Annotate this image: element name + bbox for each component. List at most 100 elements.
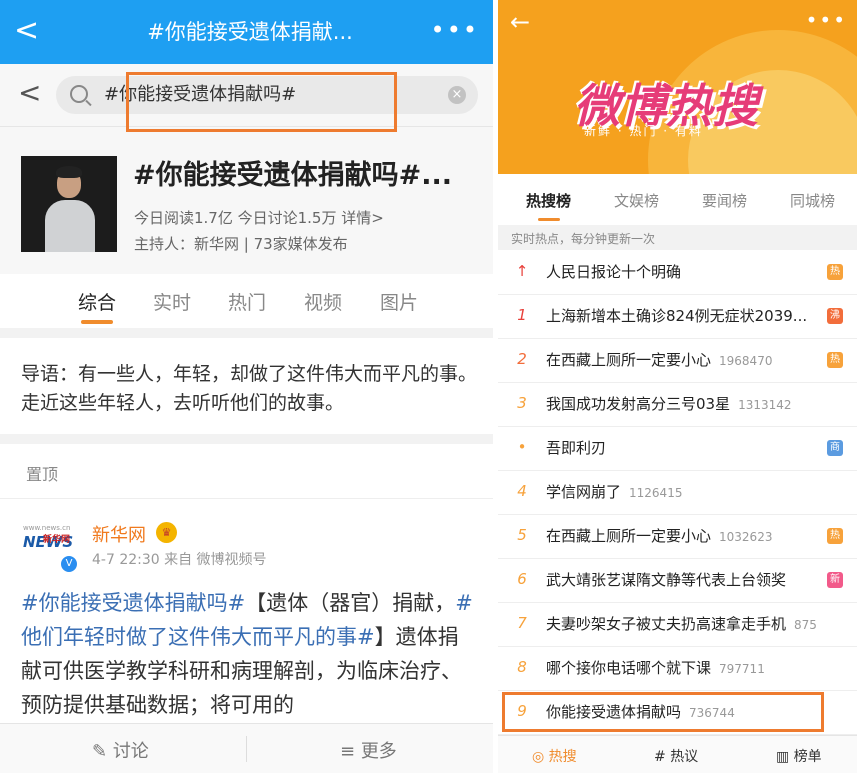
hot-search-item[interactable]: 5 在西藏上厕所一定要小心 1032623 热 bbox=[498, 514, 857, 559]
hashtag-icon: # bbox=[654, 749, 671, 765]
hot-search-text: 在西藏上厕所一定要小心 1968470 bbox=[546, 349, 772, 370]
hot-search-title: 吾即利刃 bbox=[546, 439, 607, 457]
back-icon[interactable]: < bbox=[14, 12, 39, 50]
hot-search-item[interactable]: 1 上海新增本土确诊824例无症状2039... 沸 bbox=[498, 294, 857, 339]
discuss-label: 讨论 bbox=[112, 741, 149, 762]
chart-icon: ▥ bbox=[776, 749, 794, 765]
pinned-post: www.news.cn NEWS 新华网 V 新华网 ♛ 4-7 22:30 来… bbox=[0, 499, 493, 729]
back-arrow-icon[interactable]: ← bbox=[510, 8, 530, 36]
hot-search-count: 1032623 bbox=[719, 530, 773, 544]
tab-comprehensive[interactable]: 综合 bbox=[78, 288, 116, 315]
tab-video[interactable]: 视频 bbox=[304, 288, 342, 315]
more-icon[interactable]: ••• bbox=[431, 16, 479, 44]
hot-search-text: 学信网崩了 1126415 bbox=[546, 481, 682, 502]
hot-search-title: 人民日报论十个明确 bbox=[546, 263, 682, 281]
nav-hot-search-label: 热搜 bbox=[548, 749, 577, 765]
rank-label: 2 bbox=[517, 350, 527, 368]
nav-hot-discuss[interactable]: # 热议 bbox=[654, 746, 698, 766]
tab-entertainment[interactable]: 文娱榜 bbox=[614, 190, 659, 211]
hot-search-title: 学信网崩了 bbox=[546, 483, 622, 501]
hot-search-title: 在西藏上厕所一定要小心 bbox=[546, 351, 712, 369]
topic-intro: 导语：有一些人，年轻，却做了这件伟大而平凡的事。走近这些年轻人，去听听他们的故事… bbox=[0, 338, 493, 434]
hot-search-item[interactable]: 8 哪个接你电话哪个就下课 797711 bbox=[498, 646, 857, 691]
search-icon: ◎ bbox=[532, 749, 549, 765]
hot-search-text: 武大靖张艺谋隋文静等代表上台领奖 bbox=[546, 569, 786, 590]
hashtag-link[interactable]: #你能接受遗体捐献吗# bbox=[21, 591, 245, 615]
search-icon bbox=[70, 85, 88, 103]
nav-hot-discuss-label: 热议 bbox=[670, 749, 699, 765]
rank-label: 8 bbox=[517, 658, 527, 676]
tab-realtime[interactable]: 实时 bbox=[153, 288, 191, 315]
discuss-button[interactable]: ✎ 讨论 bbox=[92, 737, 149, 763]
more-button[interactable]: ≡ 更多 bbox=[340, 737, 397, 763]
hot-badge-icon: 沸 bbox=[827, 308, 843, 324]
rank-label: 6 bbox=[517, 570, 527, 588]
topic-tabs: 综合 实时 热门 视频 图片 bbox=[0, 274, 493, 328]
realtime-note-text: 实时热点，每分钟更新一次 bbox=[511, 232, 656, 246]
bottom-action-bar: ✎ 讨论 ≡ 更多 bbox=[0, 723, 493, 773]
hot-search-title: 我国成功发射高分三号03星 bbox=[546, 395, 731, 413]
divider bbox=[246, 736, 247, 762]
logo-url: www.news.cn bbox=[23, 524, 71, 532]
bottom-nav: ◎ 热搜 # 热议 ▥ 榜单 bbox=[498, 735, 857, 773]
page-title: #你能接受遗体捐献... bbox=[147, 20, 353, 44]
hot-search-item[interactable]: • 吾即利刃 商 bbox=[498, 426, 857, 471]
hot-search-item[interactable]: ↑ 人民日报论十个明确 热 bbox=[498, 250, 857, 295]
highlight-box bbox=[126, 72, 397, 132]
hot-search-item[interactable]: 3 我国成功发射高分三号03星 1313142 bbox=[498, 382, 857, 427]
verified-icon: V bbox=[59, 554, 79, 574]
board-tabs: 热搜榜 文娱榜 要闻榜 同城榜 bbox=[498, 174, 857, 222]
hot-search-item[interactable]: 2 在西藏上厕所一定要小心 1968470 热 bbox=[498, 338, 857, 383]
thumb-figure-hair bbox=[56, 166, 82, 178]
hot-badge-icon: 新 bbox=[827, 572, 843, 588]
pinned-label: 置顶 bbox=[26, 465, 59, 484]
hot-search-screen: ← ••• 微博热搜 新鲜 · 热门 · 有料 热搜榜 文娱榜 要闻榜 同城榜 … bbox=[498, 0, 857, 773]
rank-label: 4 bbox=[517, 482, 527, 500]
tab-news[interactable]: 要闻榜 bbox=[702, 190, 747, 211]
menu-icon: ≡ bbox=[340, 741, 361, 762]
hot-search-item[interactable]: 7 夫妻吵架女子被丈夫扔高速拿走手机 8757... bbox=[498, 602, 857, 647]
more-icon[interactable]: ••• bbox=[806, 8, 847, 32]
active-tab-indicator bbox=[81, 320, 113, 324]
post-username[interactable]: 新华网 bbox=[92, 521, 146, 547]
logo-cn: 新华网 bbox=[43, 535, 71, 545]
hot-search-text: 哪个接你电话哪个就下课 797711 bbox=[546, 657, 765, 678]
post-text: #你能接受遗体捐献吗#【遗体（器官）捐献，#他们年轻时做了这件伟大而平凡的事#】… bbox=[21, 586, 476, 722]
rank-label: 1 bbox=[517, 306, 527, 324]
tab-local[interactable]: 同城榜 bbox=[790, 190, 835, 211]
hot-search-title: 夫妻吵架女子被丈夫扔高速拿走手机 bbox=[546, 615, 787, 633]
tab-images[interactable]: 图片 bbox=[380, 288, 418, 315]
hot-search-count: 1313142 bbox=[738, 398, 792, 412]
rank-label: 7 bbox=[517, 614, 527, 632]
topic-thumbnail[interactable] bbox=[21, 156, 117, 252]
nav-hot-search[interactable]: ◎ 热搜 bbox=[532, 746, 577, 766]
rank-label: • bbox=[517, 438, 527, 456]
rank-label: 3 bbox=[517, 394, 527, 412]
pinned-section-header: 置顶 bbox=[0, 444, 493, 499]
topic-stats[interactable]: 今日阅读1.7亿 今日讨论1.5万 详情> bbox=[134, 207, 384, 228]
hot-badge-icon: 热 bbox=[827, 352, 843, 368]
hot-search-item[interactable]: 4 学信网崩了 1126415 bbox=[498, 470, 857, 515]
clear-icon[interactable]: × bbox=[448, 86, 466, 104]
crown-badge-icon: ♛ bbox=[156, 522, 177, 543]
topic-header: #你能接受遗体捐献吗#... 今日阅读1.7亿 今日讨论1.5万 详情> 主持人… bbox=[0, 127, 493, 274]
top-bar: < #你能接受遗体捐献... ••• bbox=[0, 0, 493, 64]
hot-search-title: 在西藏上厕所一定要小心 bbox=[546, 527, 712, 545]
hot-badge-icon: 商 bbox=[827, 440, 843, 456]
tab-hot[interactable]: 热门 bbox=[228, 288, 266, 315]
hot-search-count: 1968470 bbox=[719, 354, 773, 368]
search-back-icon[interactable]: < bbox=[18, 76, 41, 109]
hot-search-item[interactable]: 6 武大靖张艺谋隋文静等代表上台领奖 新 bbox=[498, 558, 857, 603]
hot-search-count: 1126415 bbox=[629, 486, 683, 500]
intro-text: 导语：有一些人，年轻，却做了这件伟大而平凡的事。走近这些年轻人，去听听他们的故事… bbox=[21, 363, 478, 414]
hot-badge-icon: 热 bbox=[827, 264, 843, 280]
highlight-box bbox=[502, 692, 824, 732]
tab-hot-search[interactable]: 热搜榜 bbox=[526, 190, 571, 211]
topic-title: #你能接受遗体捐献吗#... bbox=[133, 160, 453, 191]
thumb-figure-body bbox=[45, 200, 95, 252]
nav-board[interactable]: ▥ 榜单 bbox=[776, 746, 822, 766]
realtime-note: 实时热点，每分钟更新一次 bbox=[498, 225, 857, 250]
hot-search-title: 武大靖张艺谋隋文静等代表上台领奖 bbox=[546, 571, 787, 589]
hot-search-title: 哪个接你电话哪个就下课 bbox=[546, 659, 712, 677]
hot-search-text: 人民日报论十个明确 bbox=[546, 261, 681, 282]
